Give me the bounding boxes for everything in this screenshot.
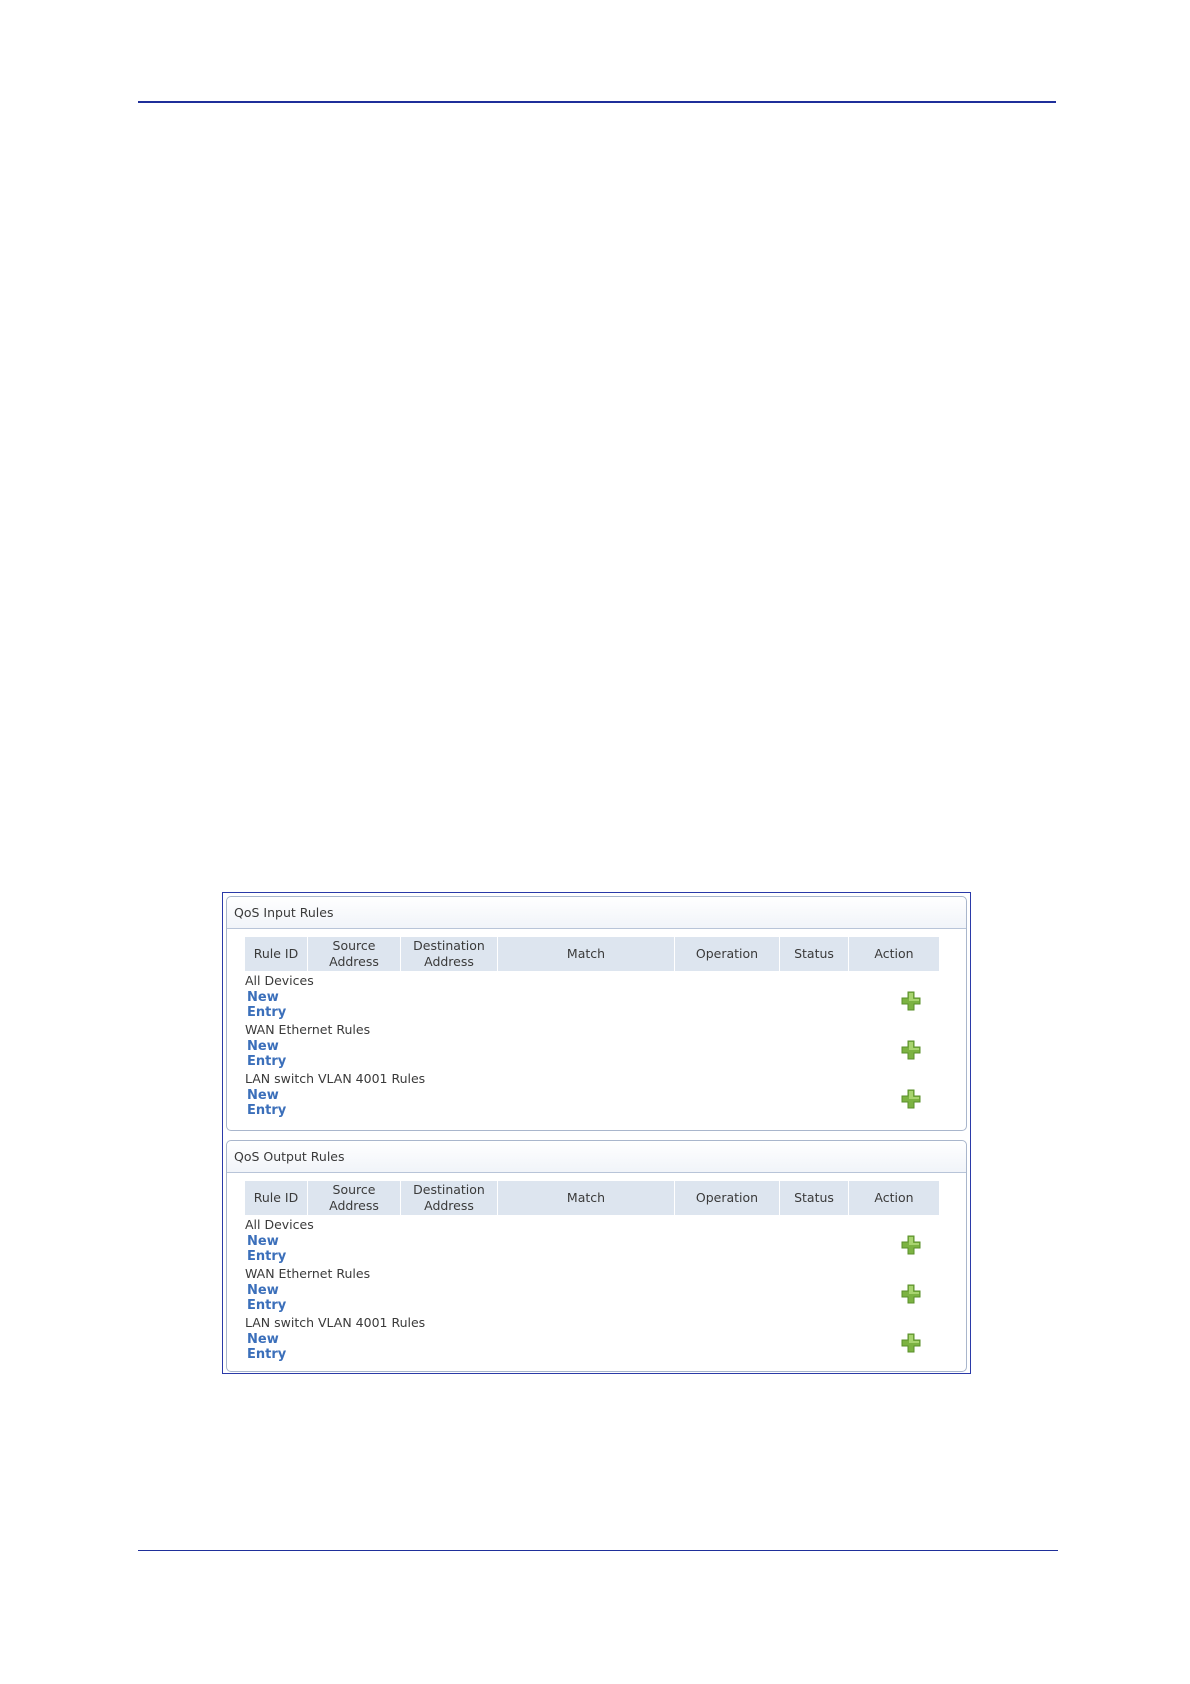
column-action: Action [849,937,939,971]
qos-output-rules-panel: QoS Output Rules Rule ID Source Address … [226,1140,967,1372]
group-label-wan-ethernet-rules: WAN Ethernet Rules [245,1266,371,1281]
column-destination-address: Destination Address [401,937,497,971]
new-entry-link[interactable]: New Entry [247,990,297,1020]
add-icon[interactable] [901,1040,921,1060]
new-entry-link[interactable]: New Entry [247,1283,297,1313]
column-source-address: Source Address [308,1181,400,1215]
qos-rules-screenshot: QoS Input Rules Rule ID Source Address D… [222,892,971,1374]
add-icon[interactable] [901,1284,921,1304]
column-status: Status [780,1181,848,1215]
new-entry-link[interactable]: New Entry [247,1039,297,1069]
column-match: Match [498,937,674,971]
panel-title: QoS Output Rules [227,1141,966,1173]
new-entry-link[interactable]: New Entry [247,1234,297,1264]
new-entry-link[interactable]: New Entry [247,1332,297,1362]
qos-input-rules-panel: QoS Input Rules Rule ID Source Address D… [226,896,967,1131]
add-icon[interactable] [901,991,921,1011]
column-rule-id: Rule ID [245,937,307,971]
add-icon[interactable] [901,1333,921,1353]
page-footer-rule [138,1550,1058,1551]
group-label-all-devices: All Devices [245,1217,314,1232]
group-label-wan-ethernet-rules: WAN Ethernet Rules [245,1022,371,1037]
page-header-rule [138,101,1056,103]
column-source-address: Source Address [308,937,400,971]
panel-title: QoS Input Rules [227,897,966,929]
column-match: Match [498,1181,674,1215]
column-action: Action [849,1181,939,1215]
add-icon[interactable] [901,1089,921,1109]
column-rule-id: Rule ID [245,1181,307,1215]
group-label-lan-switch-vlan-rules: LAN switch VLAN 4001 Rules [245,1071,426,1086]
column-operation: Operation [675,1181,779,1215]
column-operation: Operation [675,937,779,971]
column-status: Status [780,937,848,971]
new-entry-link[interactable]: New Entry [247,1088,297,1118]
group-label-all-devices: All Devices [245,973,314,988]
group-label-lan-switch-vlan-rules: LAN switch VLAN 4001 Rules [245,1315,426,1330]
column-destination-address: Destination Address [401,1181,497,1215]
add-icon[interactable] [901,1235,921,1255]
